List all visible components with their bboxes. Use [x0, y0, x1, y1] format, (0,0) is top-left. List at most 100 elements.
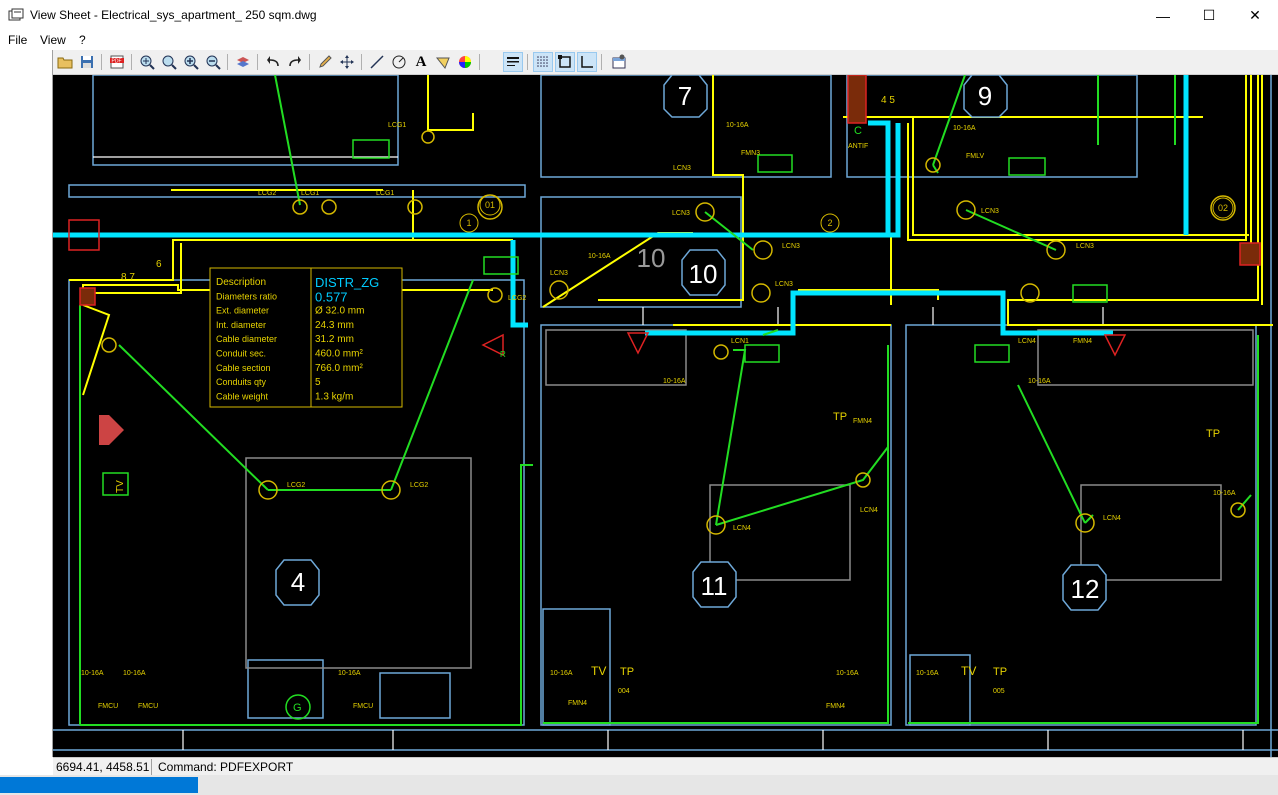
menu-file[interactable]: File	[8, 33, 27, 47]
label-socket: 10-16A	[1028, 378, 1051, 385]
label-lcn3: LCN3	[672, 210, 690, 217]
room-number-7: 7	[678, 81, 692, 111]
toolbar-separator	[527, 54, 528, 70]
toolbar-separator	[361, 54, 362, 70]
table-row-value: 31.2 mm	[315, 334, 354, 345]
sockets	[102, 139, 1108, 720]
toolbar-separator	[309, 54, 310, 70]
table-row-value: 1.3 kg/m	[315, 391, 353, 402]
table-row-label: Description	[216, 277, 266, 288]
label-g: G	[293, 702, 302, 714]
save-icon[interactable]	[77, 52, 97, 72]
label-socket: 10-16A	[916, 670, 939, 677]
side-panel	[0, 50, 53, 757]
redo-icon[interactable]	[285, 52, 305, 72]
bubble-texts: 01 1 2 02	[466, 200, 1228, 228]
menu-bar: File View ?	[0, 31, 1278, 50]
color-wheel-icon[interactable]	[455, 52, 475, 72]
menu-view[interactable]: View	[40, 33, 66, 47]
grid-icon[interactable]	[533, 52, 553, 72]
label-lcn1: LCN1	[731, 338, 749, 345]
properties-icon[interactable]	[609, 52, 629, 72]
minimize-button[interactable]: —	[1140, 0, 1186, 31]
room-number-4: 4	[291, 567, 305, 597]
label-fmn4: FMN4	[568, 700, 587, 707]
label-lcg2: LCG2	[508, 295, 526, 302]
table-row-label: Cable weight	[216, 391, 269, 401]
label-87: 8 7	[121, 272, 135, 283]
label-socket: 10-16A	[550, 670, 573, 677]
line-icon[interactable]	[367, 52, 387, 72]
walls	[53, 75, 1278, 757]
table-row-label: Int. diameter	[216, 320, 266, 330]
label-005: 005	[993, 688, 1005, 695]
label-c: C	[854, 125, 862, 137]
status-bar: 6694.41, 4458.51 Command: PDFEXPORT	[53, 757, 1278, 776]
ortho-icon[interactable]	[577, 52, 597, 72]
label-socket: 10-16A	[588, 253, 611, 260]
label-fmn3: FMN3	[741, 150, 760, 157]
label-lcg2: LCG2	[410, 482, 428, 489]
table-row-value: 766.0 mm²	[315, 363, 363, 374]
zoom-window-icon[interactable]	[137, 52, 157, 72]
svg-text:PDF: PDF	[112, 58, 122, 64]
menu-help[interactable]: ?	[79, 33, 86, 47]
label-fmcu: FMCU	[98, 703, 118, 710]
label-lcn3: LCN3	[782, 243, 800, 250]
bubble-01: 01	[485, 200, 495, 210]
close-button[interactable]: ✕	[1232, 0, 1278, 31]
label-socket: 10-16A	[338, 670, 361, 677]
label-lcn4: LCN4	[1018, 338, 1036, 345]
label-tv: TV	[591, 664, 606, 678]
label-socket: 10-16A	[123, 670, 146, 677]
label-r: R	[500, 350, 506, 359]
pdf-export-icon[interactable]: PDF	[107, 52, 127, 72]
table-row-label: Cable diameter	[216, 334, 277, 344]
text-icon[interactable]: A	[411, 52, 431, 72]
zoom-out-icon[interactable]	[203, 52, 223, 72]
label-tp: TP	[1206, 428, 1220, 440]
pencil-icon[interactable]	[315, 52, 335, 72]
label-lcn3: LCN3	[775, 281, 793, 288]
lineweight-icon[interactable]	[503, 52, 523, 72]
zoom-realtime-icon[interactable]	[159, 52, 179, 72]
toolbar: PDF A	[53, 50, 1278, 75]
label-tp: TP	[833, 411, 847, 423]
label-45: 4 5	[881, 95, 895, 106]
label-fmcu: FMCU	[353, 703, 373, 710]
toolbar-separator	[601, 54, 602, 70]
room-number-9: 9	[978, 81, 992, 111]
label-004: 004	[618, 688, 630, 695]
progress-fill	[0, 777, 199, 793]
zoom-in-icon[interactable]	[181, 52, 201, 72]
window-title: View Sheet - Electrical_sys_apartment_ 2…	[30, 8, 317, 22]
bubble-2: 2	[827, 218, 832, 228]
label-socket: 10-16A	[663, 378, 686, 385]
open-icon[interactable]	[55, 52, 75, 72]
label-fmn4: FMN4	[853, 418, 872, 425]
label-socket: 10-16A	[726, 122, 749, 129]
label-lcn3: LCN3	[1076, 243, 1094, 250]
pan-icon[interactable]	[337, 52, 357, 72]
label-lcn3: LCN3	[981, 208, 999, 215]
drawing-canvas[interactable]: 4 7 9 10 10 11 12 01 1 2 02 LCG2 LCG1 LC…	[53, 75, 1278, 757]
label-tp: TP	[620, 666, 634, 678]
undo-icon[interactable]	[263, 52, 283, 72]
table-row-value: Ø 32.0 mm	[315, 306, 364, 317]
measure-angle-icon[interactable]	[389, 52, 409, 72]
label-6: 6	[156, 259, 162, 270]
label-lcn4: LCN4	[860, 507, 878, 514]
toolbar-separator	[131, 54, 132, 70]
table-row-label: Cable section	[216, 363, 271, 373]
layers-icon[interactable]	[233, 52, 253, 72]
maximize-button[interactable]: ☐	[1186, 0, 1232, 31]
table-row-value: DISTR_ZG	[315, 275, 379, 290]
snap-icon[interactable]	[555, 52, 575, 72]
hatch-icon[interactable]	[433, 52, 453, 72]
label-socket: 10-16A	[1213, 490, 1236, 497]
room-number-10-ghost: 10	[637, 243, 666, 273]
title-bar: View Sheet - Electrical_sys_apartment_ 2…	[0, 0, 1278, 31]
table-row-value: 460.0 mm²	[315, 349, 363, 360]
bubble-1: 1	[466, 218, 471, 228]
bubble-02: 02	[1218, 203, 1228, 213]
